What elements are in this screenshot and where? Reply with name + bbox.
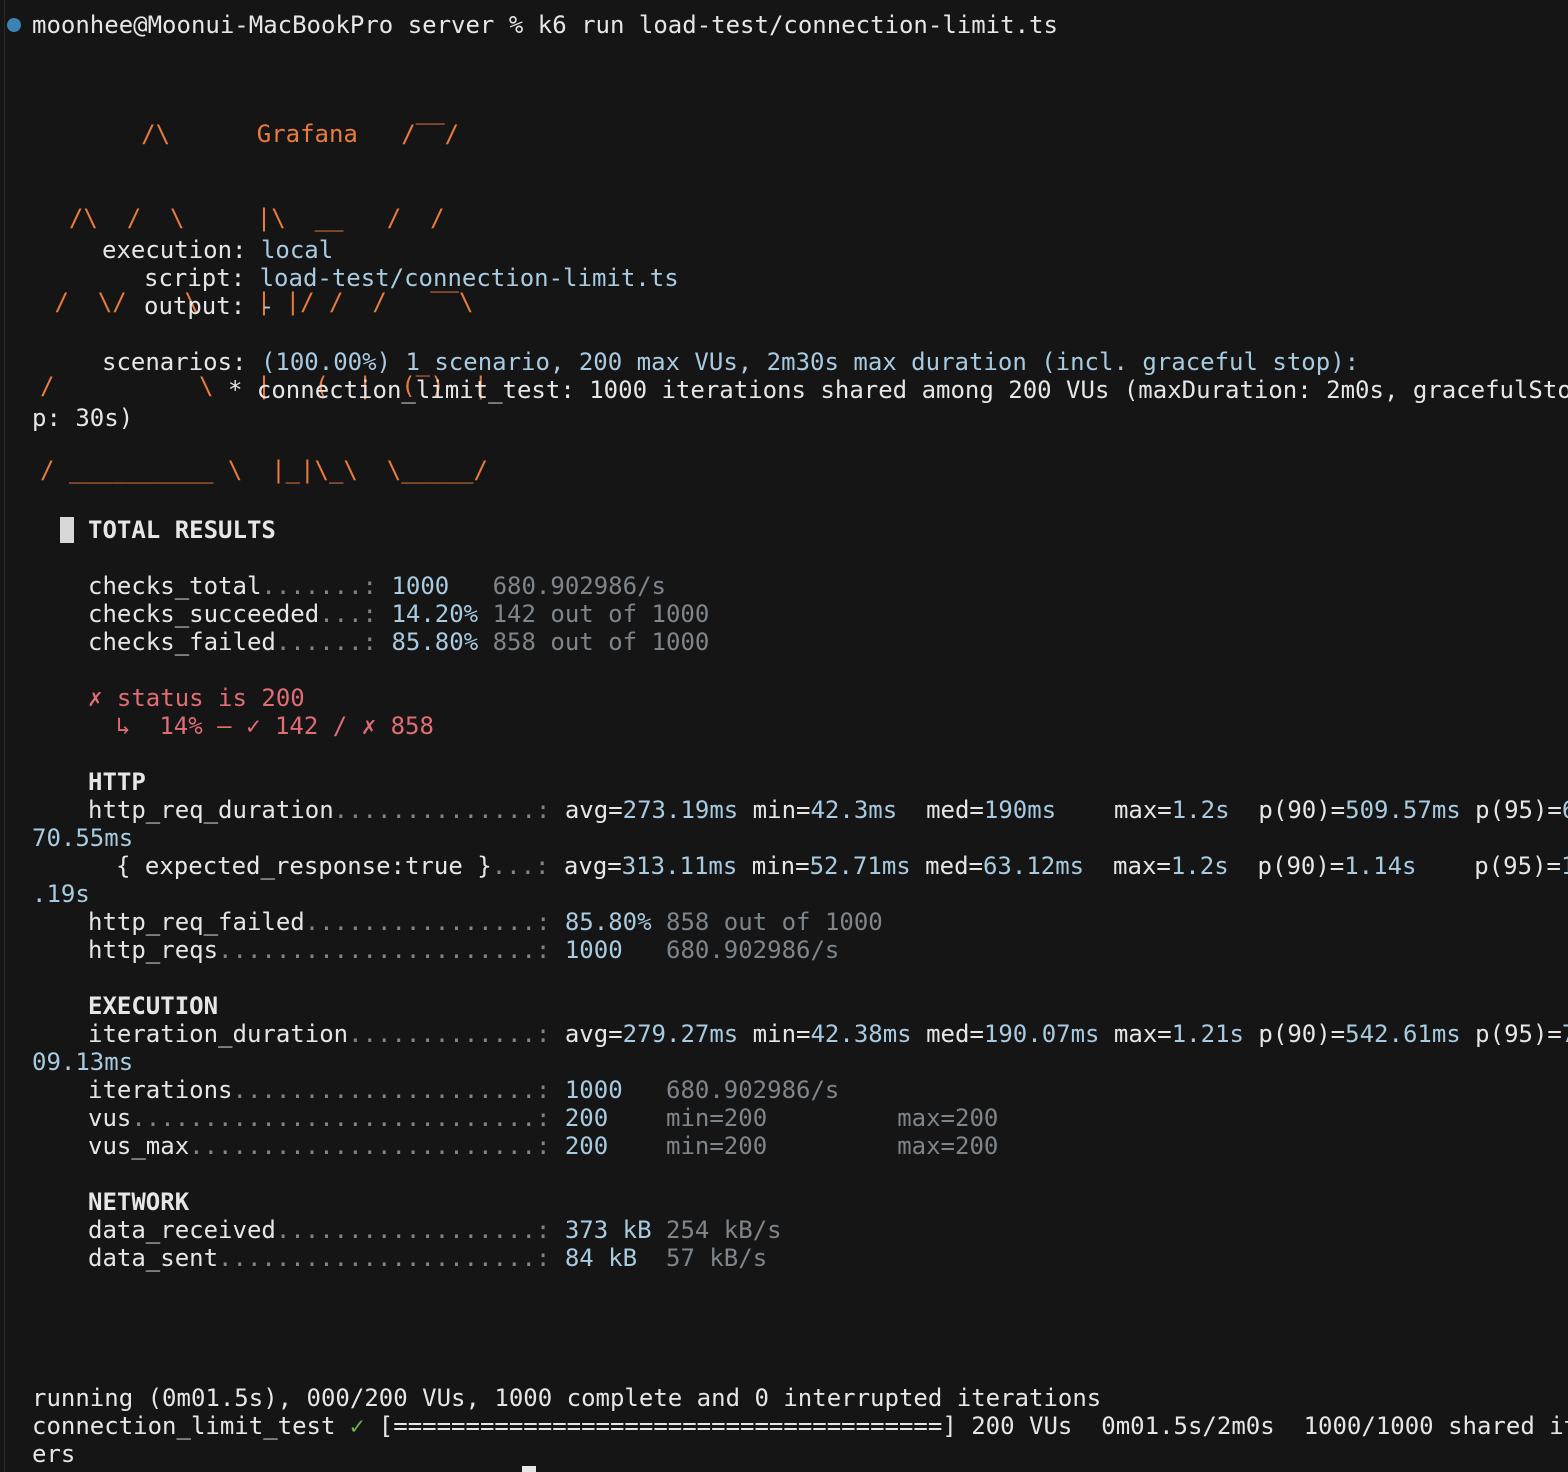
network-section-title: NETWORK xyxy=(88,1188,190,1216)
http-req-duration-row: http_req_duration..............: avg=273… xyxy=(88,796,1568,824)
execution-section-title: EXECUTION xyxy=(88,992,219,1020)
execution-line: execution: local xyxy=(102,236,334,264)
logo-line: /\ / \ |\ __ / / xyxy=(40,204,445,232)
http-req-failed-row: http_req_failed................: 85.80% … xyxy=(88,908,883,936)
checks-failed-row: checks_failed......: 85.80% 858 out of 1… xyxy=(88,628,710,656)
status-check-line: ✗ status is 200 xyxy=(88,684,305,712)
scenario-progress-line: connection_limit_test ✓ [===============… xyxy=(32,1412,1568,1440)
expected-response-wrap: .19s xyxy=(32,880,90,908)
script-line: script: load-test/connection-limit.ts xyxy=(144,264,679,292)
terminal-window[interactable]: moonhee@Moonui-MacBookPro server % k6 ru… xyxy=(0,0,1568,1472)
iteration-duration-wrap: 09.13ms xyxy=(32,1048,134,1076)
data-sent-row: data_sent......................: 84 kB 5… xyxy=(88,1244,768,1272)
iterations-row: iterations.....................: 1000 68… xyxy=(88,1076,840,1104)
status-check-detail: ↳ 14% — ✓ 142 / ✗ 858 xyxy=(116,712,434,740)
vus-row: vus............................: 200 min… xyxy=(88,1104,999,1132)
logo-line: /\ Grafana /‾‾/ xyxy=(40,120,460,148)
http-section-title: HTTP xyxy=(88,768,146,796)
section-marker-icon xyxy=(60,517,74,543)
vus-max-row: vus_max........................: 200 min… xyxy=(88,1132,999,1160)
command-prompt-line: moonhee@Moonui-MacBookPro server % k6 ru… xyxy=(32,11,1058,39)
output-line: output: - xyxy=(144,292,275,320)
scenarios-line: scenarios: (100.00%) 1 scenario, 200 max… xyxy=(102,348,1360,376)
http-reqs-row: http_reqs......................: 1000 68… xyxy=(88,936,840,964)
scenario-detail-wrap: p: 30s) xyxy=(32,404,134,432)
total-results-header: TOTAL RESULTS xyxy=(60,516,276,544)
scenario-progress-wrap: ers xyxy=(32,1440,76,1468)
progress-bar: [======================================] xyxy=(378,1412,957,1440)
running-status-line: running (0m01.5s), 000/200 VUs, 1000 com… xyxy=(32,1384,1102,1412)
data-received-row: data_received..................: 373 kB … xyxy=(88,1216,782,1244)
checks-total-row: checks_total.......: 1000 680.902986/s xyxy=(88,572,666,600)
iteration-duration-row: iteration_duration.............: avg=279… xyxy=(88,1020,1568,1048)
terminal-cursor xyxy=(522,1466,536,1472)
checks-succeeded-row: checks_succeeded...: 14.20% 142 out of 1… xyxy=(88,600,710,628)
scenario-detail-line: * connection_limit_test: 1000 iterations… xyxy=(228,376,1568,404)
expected-response-row: { expected_response:true }...: avg=313.1… xyxy=(116,852,1568,880)
http-req-duration-wrap: 70.55ms xyxy=(32,824,134,852)
prompt-status-dot xyxy=(7,18,21,32)
logo-line: / __________ \ |_|\_\ \_____/ xyxy=(40,456,488,484)
check-icon: ✓ xyxy=(349,1412,365,1440)
